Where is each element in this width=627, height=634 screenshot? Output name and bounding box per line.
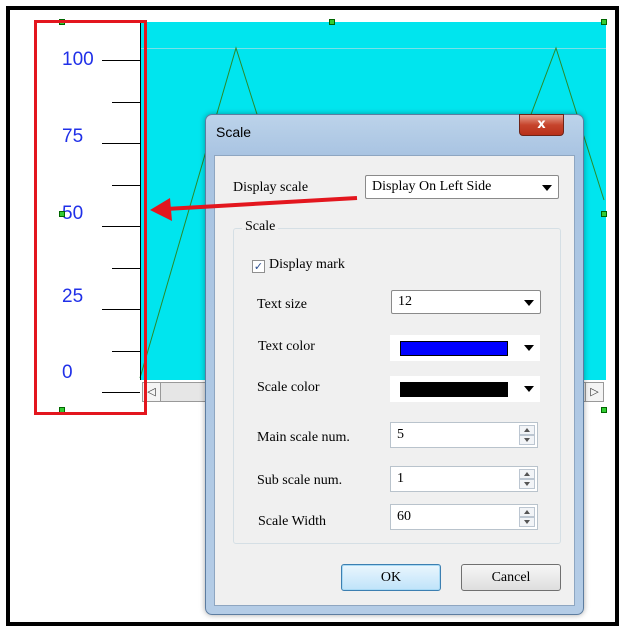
callout-arrow-icon: [150, 196, 358, 221]
